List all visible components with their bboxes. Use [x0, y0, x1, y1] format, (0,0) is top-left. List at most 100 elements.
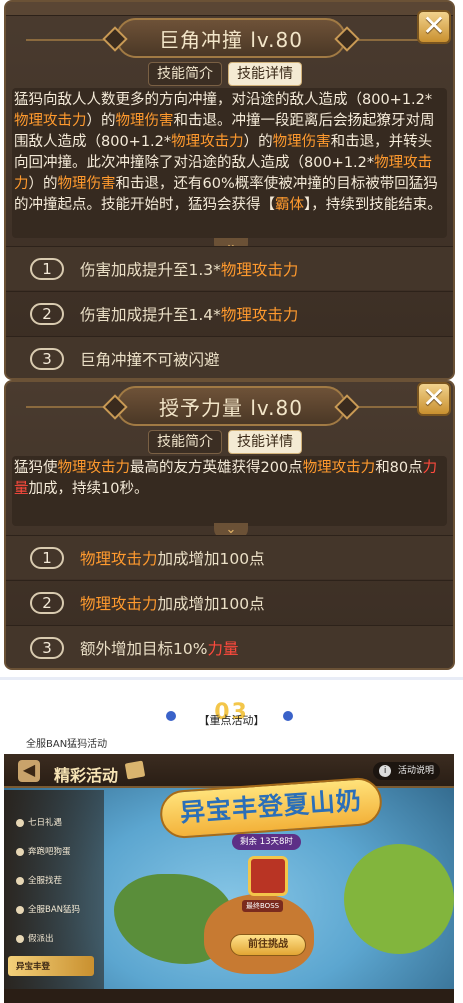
text-segment: 额外增加目标10%: [80, 639, 208, 658]
upgrade-number: 3: [30, 636, 64, 659]
title-ornament-left: [102, 26, 128, 52]
upgrade-text: 巨角冲撞不可被闪避: [80, 348, 220, 370]
upgrade-text: 物理攻击力加成增加100点: [80, 547, 265, 569]
sidebar-item-label: 全服BAN猛犸: [28, 905, 81, 915]
close-button[interactable]: ✕: [417, 382, 451, 416]
sidebar-item-label: 七日礼遇: [28, 818, 63, 828]
upgrade-number: 2: [30, 591, 64, 614]
highlight-text: 物理伤害: [57, 176, 116, 192]
upgrade-text: 伤害加成提升至1.4*物理攻击力: [80, 303, 298, 325]
sidebar-item-label: 全服找茬: [28, 876, 63, 886]
text-segment: ）的: [243, 134, 273, 150]
bullet-icon: [16, 847, 24, 856]
highlight-text: 物理伤害: [115, 113, 174, 129]
sidebar-item-active[interactable]: 异宝丰登: [8, 956, 94, 976]
highlight-text: 物理攻击力: [14, 113, 87, 129]
upgrade-number: 1: [30, 546, 64, 569]
back-button[interactable]: ◀: [18, 760, 40, 782]
tab-skill-detail[interactable]: 技能详情: [228, 430, 302, 454]
section-caption: 全服BAN猛犸活动: [26, 739, 108, 750]
upgrade-row-3: 3 额外增加目标10%力量: [6, 625, 453, 668]
skill-description: 猛犸向敌人人数更多的方向冲撞，对沿途的敌人造成（800+1.2*物理攻击力）的物…: [14, 90, 445, 216]
text-segment: 伤害加成提升至1.3*: [80, 260, 221, 279]
highlight-text: 物理攻击力: [57, 460, 131, 476]
tab-skill-intro[interactable]: 技能简介: [148, 430, 222, 454]
section-label: 【重点活动】: [198, 714, 265, 727]
highlight-text: 力量: [207, 639, 239, 658]
close-icon: ✕: [422, 9, 446, 42]
text-segment: 最高的友方英雄获得200点: [130, 460, 303, 476]
close-button[interactable]: ✕: [417, 10, 451, 44]
activity-topbar: ◀ 精彩活动 i 活动说明: [4, 754, 454, 788]
title-ornament-right: [334, 26, 360, 52]
upgrade-number: 1: [30, 257, 64, 280]
upgrade-row-2: 2 伤害加成提升至1.4*物理攻击力: [6, 291, 453, 335]
back-arrow-icon: ◀: [22, 760, 36, 779]
boss-label: 最终BOSS: [242, 900, 284, 912]
title-ornament-right: [334, 394, 360, 420]
upgrade-row-2: 2 物理攻击力加成增加100点: [6, 580, 453, 624]
sidebar-item[interactable]: 假派出: [16, 932, 54, 944]
skill-panel-1: 巨角冲撞 lv.80 ✕ 技能简介 技能详情 猛犸向敌人人数更多的方向冲撞，对沿…: [4, 0, 455, 380]
tab-skill-detail[interactable]: 技能详情: [228, 62, 302, 86]
highlight-text: 物理攻击力: [220, 305, 299, 324]
sidebar-item-label: 假派出: [28, 934, 54, 944]
highlight-text: 物理攻击力: [171, 134, 244, 150]
skill-tabs: 技能简介 技能详情: [148, 430, 302, 454]
tab-skill-intro[interactable]: 技能简介: [148, 62, 222, 86]
skill-panel-2: 授予力量 lv.80 ✕ 技能简介 技能详情 猛犸使物理攻击力最高的友方英雄获得…: [4, 380, 455, 670]
skill-tabs: 技能简介 技能详情: [148, 62, 302, 86]
text-segment: ）的: [28, 176, 58, 192]
remaining-time: 剩余 13天8时: [232, 834, 301, 850]
activity-info-label: 活动说明: [397, 766, 434, 776]
page: 巨角冲撞 lv.80 ✕ 技能简介 技能详情 猛犸向敌人人数更多的方向冲撞，对沿…: [0, 0, 463, 1003]
text-segment: 伤害加成提升至1.4*: [80, 305, 221, 324]
highlight-text: 霸体: [275, 197, 304, 213]
text-segment: 猛犸向敌人人数更多的方向冲撞，对沿途的敌人造成（800+1.2*: [14, 92, 433, 108]
sidebar-item-label: 异宝丰登: [16, 962, 51, 972]
skill-title-bar: 巨角冲撞 lv.80: [102, 18, 360, 58]
highlight-text: 物理攻击力: [80, 549, 158, 568]
sidebar-item[interactable]: 全服BAN猛犸: [16, 903, 80, 915]
text-segment: 和80点: [375, 460, 423, 476]
title-ornament-left: [102, 394, 128, 420]
activity-screenshot: ◀ 精彩活动 i 活动说明 七日礼遇 奔跑吧狗蛋 全服找茬 全服BAN猛犸 假派…: [4, 754, 454, 1003]
text-segment: 巨角冲撞不可被闪避: [80, 350, 220, 369]
sidebar-item[interactable]: 全服找茬: [16, 874, 62, 886]
skill-description: 猛犸使物理攻击力最高的友方英雄获得200点物理攻击力和80点力量加成，持续10秒…: [14, 458, 445, 500]
bullet-icon: [16, 818, 24, 827]
text-segment: 加成增加100点: [157, 549, 265, 568]
top-strip: [6, 2, 453, 16]
text-segment: 加成增加100点: [157, 594, 265, 613]
activity-info-button[interactable]: i 活动说明: [373, 762, 440, 780]
upgrade-number: 2: [30, 302, 64, 325]
text-segment: 】，持续到技能结束。: [304, 197, 442, 213]
book-icon: [124, 760, 146, 780]
upgrade-number: 3: [30, 347, 64, 370]
bottom-strip: [4, 989, 454, 1003]
sidebar-item[interactable]: 奔跑吧狗蛋: [16, 845, 71, 857]
close-icon: ✕: [422, 381, 446, 414]
highlight-text: 物理攻击力: [80, 594, 158, 613]
island-right: [344, 844, 454, 954]
bullet-icon: [16, 934, 24, 943]
text-segment: 加成，持续10秒。: [28, 481, 149, 497]
sidebar-item[interactable]: 七日礼遇: [16, 816, 62, 828]
upgrade-row-1: 1 伤害加成提升至1.3*物理攻击力: [6, 246, 453, 290]
boss-icon[interactable]: [248, 856, 288, 896]
activity-sidebar: 七日礼遇 奔跑吧狗蛋 全服找茬 全服BAN猛犸 假派出 异宝丰登: [4, 790, 104, 1003]
skill-title: 授予力量 lv.80: [158, 395, 303, 420]
activity-title: 精彩活动: [54, 766, 119, 785]
upgrade-text: 额外增加目标10%力量: [80, 637, 238, 659]
upgrade-row-1: 1 物理攻击力加成增加100点: [6, 535, 453, 579]
skill-title: 巨角冲撞 lv.80: [158, 27, 303, 52]
highlight-text: 物理攻击力: [302, 460, 376, 476]
text-segment: ）的: [86, 113, 116, 129]
bullet-icon: [16, 876, 24, 885]
text-segment: 猛犸使: [14, 460, 58, 476]
upgrade-row-3: 3 巨角冲撞不可被闪避: [6, 336, 453, 378]
sidebar-item-label: 奔跑吧狗蛋: [28, 847, 71, 857]
info-icon: i: [379, 765, 392, 777]
challenge-button[interactable]: 前往挑战: [230, 934, 306, 956]
section-divider: [0, 677, 463, 680]
